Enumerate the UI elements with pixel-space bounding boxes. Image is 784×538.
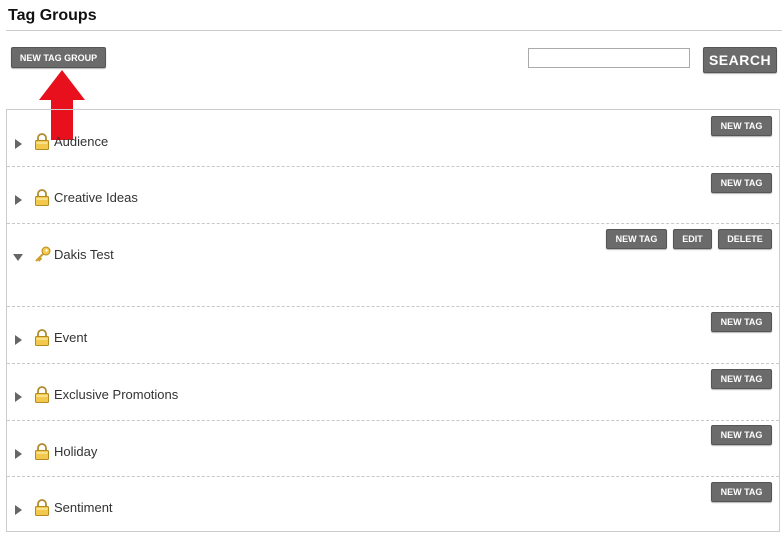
tag-group-name[interactable]: Sentiment [54, 500, 113, 515]
new-tag-group-button[interactable]: NEW TAG GROUP [11, 47, 106, 68]
tag-group-row: Event NEW TAG [7, 306, 779, 364]
tag-group-row: Holiday NEW TAG [7, 420, 779, 477]
lock-icon [34, 133, 50, 150]
edit-group-button[interactable]: EDIT [673, 229, 712, 249]
new-tag-button[interactable]: NEW TAG [711, 312, 772, 332]
tag-group-row: Dakis Test DELETE EDIT NEW TAG [7, 223, 779, 307]
tag-group-name[interactable]: Holiday [54, 444, 97, 459]
lock-icon [34, 189, 50, 206]
tag-group-row: Sentiment NEW TAG [7, 476, 779, 532]
search-input[interactable] [528, 48, 690, 68]
tag-groups-list: Audience NEW TAG Creative Ideas NEW TAG Daki… [6, 109, 780, 532]
new-tag-button[interactable]: NEW TAG [711, 173, 772, 193]
new-tag-button[interactable]: NEW TAG [711, 425, 772, 445]
new-tag-button[interactable]: NEW TAG [711, 116, 772, 136]
title-divider [6, 30, 782, 31]
lock-icon [34, 443, 50, 460]
caret-right-icon[interactable] [13, 502, 23, 515]
tag-group-name[interactable]: Audience [54, 134, 108, 149]
tag-group-name[interactable]: Creative Ideas [54, 190, 138, 205]
new-tag-button[interactable]: NEW TAG [711, 482, 772, 502]
tag-group-row: Creative Ideas NEW TAG [7, 166, 779, 224]
tag-group-name[interactable]: Dakis Test [54, 247, 114, 262]
lock-icon [34, 329, 50, 346]
tag-group-name[interactable]: Exclusive Promotions [54, 387, 178, 402]
caret-right-icon[interactable] [13, 332, 23, 345]
search-button[interactable]: SEARCH [703, 47, 777, 73]
caret-right-icon[interactable] [13, 136, 23, 149]
lock-icon [34, 499, 50, 516]
caret-down-icon[interactable] [13, 249, 23, 261]
caret-right-icon[interactable] [13, 446, 23, 459]
delete-group-button[interactable]: DELETE [718, 229, 772, 249]
tag-group-name[interactable]: Event [54, 330, 87, 345]
new-tag-button[interactable]: NEW TAG [711, 369, 772, 389]
caret-right-icon[interactable] [13, 389, 23, 402]
caret-right-icon[interactable] [13, 192, 23, 205]
tag-group-row: Exclusive Promotions NEW TAG [7, 363, 779, 421]
tag-group-row: Audience NEW TAG [7, 110, 779, 167]
page-title: Tag Groups [8, 7, 97, 24]
lock-icon [34, 386, 50, 403]
new-tag-button[interactable]: NEW TAG [606, 229, 667, 249]
key-icon [34, 246, 51, 263]
